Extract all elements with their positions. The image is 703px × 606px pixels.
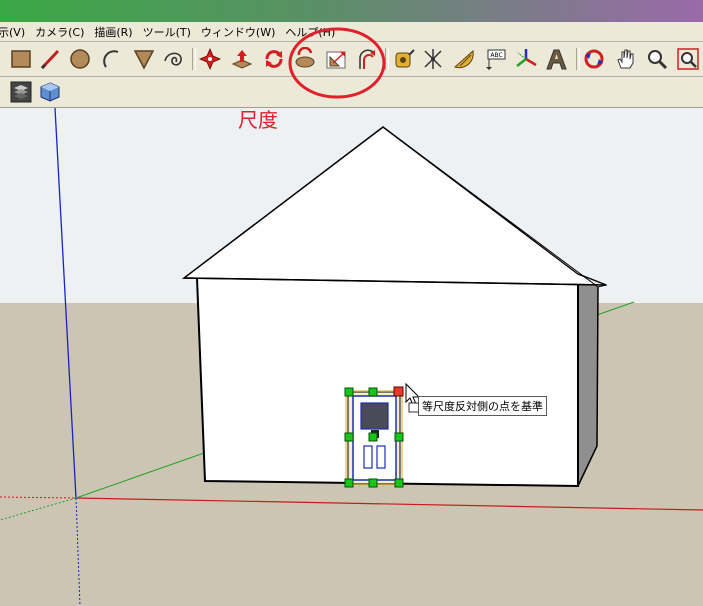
tooltip: 等尺度反対側の点を基準 [418,396,547,416]
highlight-circle [288,27,386,99]
annotation-label: 尺度 [238,108,278,132]
annotation-overlay [288,27,386,99]
